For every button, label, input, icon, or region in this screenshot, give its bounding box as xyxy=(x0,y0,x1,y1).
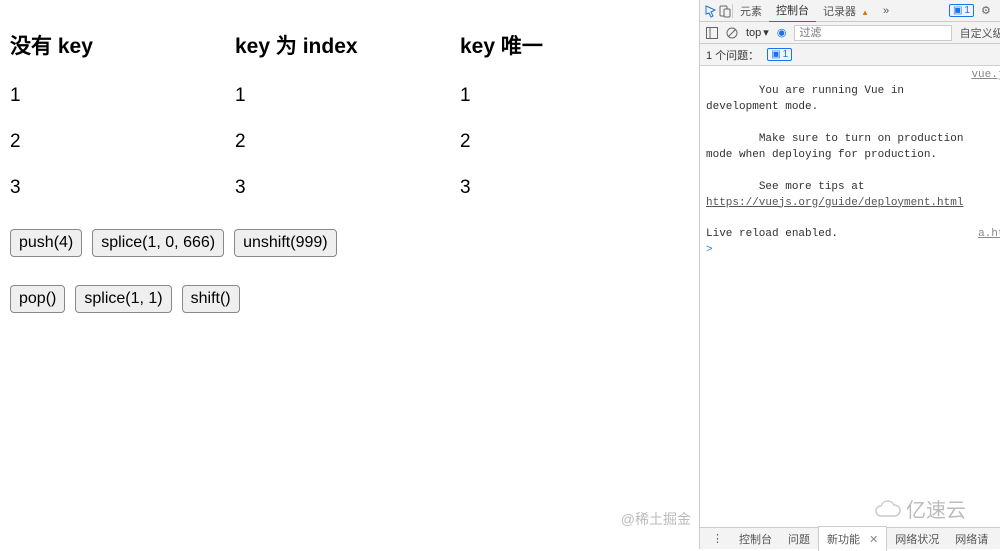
list-item: 2 xyxy=(10,131,235,153)
button-row-remove: pop() splice(1, 1) shift() xyxy=(10,285,689,313)
log-levels-selector[interactable]: 自定义级别 ▾ xyxy=(960,25,1000,41)
col-key-index: key 为 index 1 2 3 xyxy=(235,30,460,223)
tab-recorder[interactable]: 记录器 ▲ xyxy=(816,0,876,22)
devtools-tab-bar: 元素 控制台 记录器 ▲ » ▣ 1 ⚙ ⋮ ✕ xyxy=(700,0,1000,22)
issues-count: 1 xyxy=(783,49,789,60)
tab-elements[interactable]: 元素 xyxy=(733,0,769,22)
col-no-key: 没有 key 1 2 3 xyxy=(10,30,235,223)
inspect-icon[interactable] xyxy=(704,4,718,18)
drawer-tab-console[interactable]: 控制台 xyxy=(731,527,780,551)
chat-icon: ▣ xyxy=(953,5,962,16)
col-heading: key 为 index xyxy=(235,30,460,60)
console-text: Live reload enabled. xyxy=(706,227,838,243)
button-row-add: push(4) splice(1, 0, 666) unshift(999) xyxy=(10,229,689,257)
columns: 没有 key 1 2 3 key 为 index 1 2 3 key 唯一 1 … xyxy=(10,30,689,223)
issues-badge-count: 1 xyxy=(964,5,970,16)
close-icon[interactable]: ✕ xyxy=(869,534,878,546)
col-heading: 没有 key xyxy=(10,30,235,60)
drawer-tab-network-cond[interactable]: 网络状况 xyxy=(887,527,947,551)
devtools-drawer-tabs: ⋮ 控制台 问题 新功能 ✕ 网络状况 网络请 xyxy=(700,527,1000,549)
issues-bar: 1 个问题： ▣ 1 xyxy=(700,44,1000,66)
console-text: See more tips at xyxy=(759,181,871,193)
console-link[interactable]: https://vuejs.org/guide/deployment.html xyxy=(706,197,963,209)
app-page: 没有 key 1 2 3 key 为 index 1 2 3 key 唯一 1 … xyxy=(0,0,700,549)
splice-insert-button[interactable]: splice(1, 0, 666) xyxy=(92,229,224,257)
console-prompt[interactable]: > xyxy=(706,243,1000,259)
shift-button[interactable]: shift() xyxy=(182,285,240,313)
console-text: Make sure to turn on production mode whe… xyxy=(706,133,970,161)
list-item: 2 xyxy=(235,131,460,153)
context-label: top xyxy=(746,27,761,39)
issues-badge[interactable]: ▣ 1 xyxy=(949,4,974,17)
console-source-link[interactable]: vue.js:9330 xyxy=(971,68,1000,227)
issues-count-badge[interactable]: ▣ 1 xyxy=(767,48,792,61)
console-output[interactable]: You are running Vue in development mode.… xyxy=(700,66,1000,527)
device-toggle-icon[interactable] xyxy=(718,4,732,18)
live-expression-icon[interactable]: ◉ xyxy=(777,26,787,39)
chat-icon: ▣ xyxy=(771,49,780,60)
list-item: 3 xyxy=(10,177,235,199)
unshift-button[interactable]: unshift(999) xyxy=(234,229,337,257)
list-item: 1 xyxy=(460,85,685,107)
tab-console[interactable]: 控制台 xyxy=(769,0,816,23)
settings-icon[interactable]: ⚙ xyxy=(974,1,998,20)
push-button[interactable]: push(4) xyxy=(10,229,82,257)
drawer-more-icon[interactable]: ⋮ xyxy=(704,528,731,549)
tabs-overflow-icon[interactable]: » xyxy=(876,2,896,20)
col-key-unique: key 唯一 1 2 3 xyxy=(460,30,685,223)
console-message: Live reload enabled. a.html:102 xyxy=(706,227,1000,243)
devtools-panel: 元素 控制台 记录器 ▲ » ▣ 1 ⚙ ⋮ ✕ top ▾ ◉ 自定义级别 ▾ xyxy=(700,0,1000,549)
drawer-tab-label: 新功能 xyxy=(827,534,860,546)
log-levels-label: 自定义级别 xyxy=(960,25,1000,41)
list-item: 3 xyxy=(235,177,460,199)
context-selector[interactable]: top ▾ xyxy=(746,26,769,39)
clear-console-icon[interactable] xyxy=(726,27,738,39)
console-toolbar: top ▾ ◉ 自定义级别 ▾ ⚙ xyxy=(700,22,1000,44)
pop-button[interactable]: pop() xyxy=(10,285,65,313)
col-heading: key 唯一 xyxy=(460,30,685,60)
list-item: 3 xyxy=(460,177,685,199)
console-message: You are running Vue in development mode.… xyxy=(706,68,1000,227)
list-item: 2 xyxy=(460,131,685,153)
drawer-tab-new[interactable]: 新功能 ✕ xyxy=(818,526,887,551)
filter-input[interactable] xyxy=(794,25,951,41)
sidebar-toggle-icon[interactable] xyxy=(706,27,718,39)
drawer-tab-network[interactable]: 网络请 xyxy=(947,527,996,551)
chevron-down-icon: ▾ xyxy=(763,26,769,39)
watermark-juejin: @稀土掘金 xyxy=(621,509,691,529)
drawer-tab-issues[interactable]: 问题 xyxy=(780,527,818,551)
issues-label: 1 个问题： xyxy=(706,47,759,63)
splice-remove-button[interactable]: splice(1, 1) xyxy=(75,285,171,313)
console-source-link[interactable]: a.html:102 xyxy=(978,227,1000,243)
console-text: You are running Vue in development mode. xyxy=(706,85,911,113)
list-item: 1 xyxy=(235,85,460,107)
preview-badge-icon: ▲ xyxy=(861,8,869,17)
list-item: 1 xyxy=(10,85,235,107)
tab-recorder-label: 记录器 xyxy=(823,6,856,18)
